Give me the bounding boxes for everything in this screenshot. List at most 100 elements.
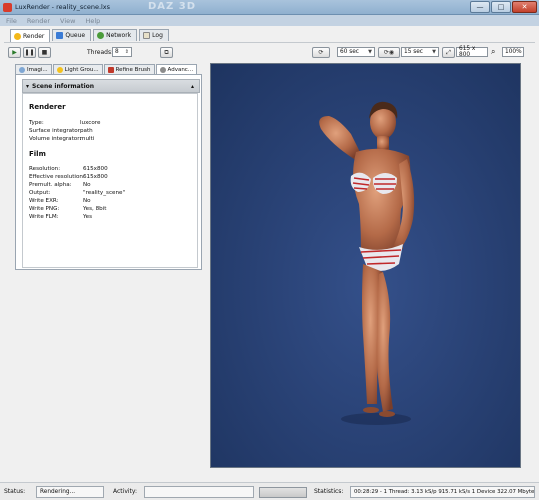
stop-icon: ■ [41, 49, 48, 56]
collapse-arrow-icon: ▾ [26, 82, 30, 90]
write-png-key: Write PNG: [29, 206, 60, 212]
zoom-field[interactable]: 100% [502, 47, 524, 57]
write-exr-key: Write EXR: [29, 198, 59, 204]
imaging-icon [19, 66, 25, 73]
refresh-interval-combo[interactable]: 60 sec ▼ [337, 47, 375, 57]
refresh-interval-value: 60 sec [340, 49, 359, 55]
refresh-interval-button[interactable]: ⟳ [312, 47, 330, 58]
network-icon [97, 32, 105, 39]
maximize-button[interactable]: □ [491, 1, 511, 13]
tab-render-label: Render [23, 32, 45, 40]
log-icon [143, 32, 151, 39]
tab-refine-brush[interactable]: Refine Brush [103, 64, 155, 74]
activity-label: Activity: [113, 488, 138, 495]
render-icon [14, 32, 21, 40]
tab-log-label: Log [152, 32, 163, 39]
scene-info-header[interactable]: ▾ Scene information [22, 79, 200, 93]
renderer-heading: Renderer [29, 103, 66, 111]
output-value: "reality_scene" [83, 190, 126, 196]
tab-network[interactable]: Network [93, 29, 138, 41]
status-label: Status: [4, 488, 26, 495]
pause-render-button[interactable]: ❚❚ [23, 47, 36, 58]
tab-advanced-label: Advanc... [167, 66, 194, 73]
tab-light-groups-label: Light Grou... [64, 66, 99, 73]
chevron-down-icon: ▼ [432, 49, 436, 55]
start-render-button[interactable]: ▶ [8, 47, 21, 58]
write-flm-value: Yes [83, 214, 93, 220]
daz-watermark-logo: DAZ 3D [148, 1, 197, 12]
output-key: Output: [29, 190, 51, 196]
advanced-icon [159, 66, 166, 73]
film-heading: Film [29, 150, 46, 158]
chevron-down-icon: ▼ [368, 49, 372, 55]
queue-icon [56, 32, 64, 39]
premult-alpha-value: No [83, 182, 91, 188]
threads-spinbox[interactable]: 8 ⇕ [112, 47, 132, 57]
tab-log[interactable]: Log [139, 29, 169, 41]
panel-tabs: Imagi... Light Grou... Refine Brush Adva… [15, 64, 198, 74]
tab-queue[interactable]: Queue [52, 29, 92, 41]
status-field: Rendering... [36, 486, 104, 498]
statistics-field: 00:28:29 - 1 Thread: 3.13 kS/p 915.71 kS… [350, 486, 535, 498]
main-tabs: Render Queue Network Log [10, 29, 169, 42]
tab-render[interactable]: Render [10, 29, 51, 42]
write-interval-button[interactable]: ⟳◉ [378, 47, 400, 58]
tab-light-groups[interactable]: Light Grou... [52, 64, 103, 74]
resolution-value: 615 x 800 [459, 46, 476, 58]
clock-refresh-icon: ⟳ [318, 49, 324, 56]
write-interval-value: 15 sec [404, 49, 423, 55]
resolution-field: 615 x 800 [456, 46, 488, 58]
renderer-type-key: Type: [29, 120, 44, 126]
minimize-button[interactable]: — [470, 1, 490, 13]
scene-info-body [22, 93, 198, 268]
zoom-icon[interactable]: ⌕ [491, 47, 495, 57]
light-groups-icon [56, 66, 63, 73]
tab-imaging-label: Imagi... [27, 66, 48, 73]
tab-imaging[interactable]: Imagi... [15, 64, 52, 74]
tab-queue-label: Queue [65, 32, 86, 39]
volume-integrator-value: multi [80, 136, 95, 142]
zoom-value: 100% [505, 49, 522, 55]
render-viewport[interactable] [210, 63, 521, 468]
write-interval-combo[interactable]: 15 sec ▼ [401, 47, 439, 57]
copy-icon: ⧉ [164, 48, 169, 56]
threads-label: Threads: [87, 49, 114, 56]
menu-bar: File Render View Help [0, 15, 539, 26]
menu-view[interactable]: View [60, 17, 75, 25]
menu-file[interactable]: File [6, 17, 17, 25]
copy-log-button[interactable]: ⧉ [160, 47, 173, 58]
resize-icon: ⤢ [446, 48, 451, 56]
window-title: LuxRender - reality_scene.lxs [15, 3, 111, 11]
play-icon: ▶ [12, 49, 17, 56]
menu-render[interactable]: Render [27, 17, 50, 25]
refine-brush-icon [107, 66, 114, 73]
tab-refine-brush-label: Refine Brush [115, 66, 151, 73]
resolution-button[interactable]: ⤢ [442, 47, 455, 58]
tab-network-label: Network [106, 32, 132, 39]
premult-alpha-key: Premult. alpha: [29, 182, 72, 188]
effective-resolution-value: 615x800 [83, 174, 108, 180]
menu-help[interactable]: Help [85, 17, 100, 25]
volume-integrator-key: Volume integrator: [29, 136, 82, 142]
write-png-value: Yes, 8bit [83, 206, 107, 212]
activity-field [144, 486, 254, 498]
scene-info-title: Scene information [32, 82, 95, 90]
surface-integrator-value: path [80, 128, 93, 134]
resolution-key: Resolution: [29, 166, 61, 172]
tab-advanced[interactable]: Advanc... [155, 64, 198, 74]
pause-icon: ❚❚ [24, 49, 35, 56]
write-exr-value: No [83, 198, 91, 204]
close-button[interactable]: ✕ [512, 1, 537, 13]
surface-integrator-key: Surface integrator: [29, 128, 82, 134]
progress-bar [259, 487, 307, 498]
spin-arrows-icon: ⇕ [124, 49, 129, 55]
write-flm-key: Write FLM: [29, 214, 59, 220]
renderer-type-value: luxcore [80, 120, 101, 126]
resolution-value-text: 615x800 [83, 166, 108, 172]
app-icon [3, 3, 12, 12]
stop-render-button[interactable]: ■ [38, 47, 51, 58]
statistics-label: Statistics: [314, 488, 344, 495]
clock-save-icon: ⟳◉ [383, 49, 395, 56]
scroll-up-arrow-icon[interactable]: ▴ [191, 83, 194, 90]
effective-resolution-key: Effective resolution: [29, 174, 85, 180]
